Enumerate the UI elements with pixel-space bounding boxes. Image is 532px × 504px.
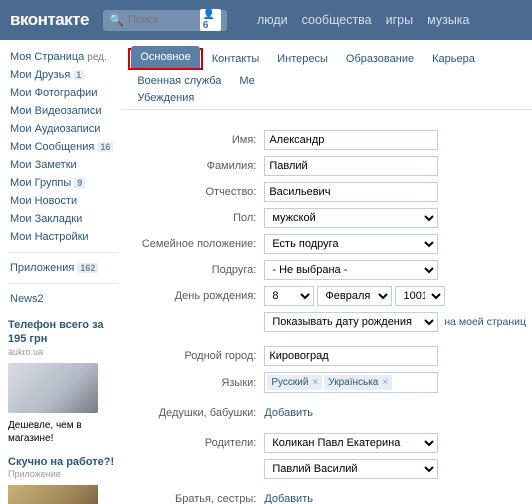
ad-subtitle: aukro.ua: [8, 347, 114, 357]
sidebar-item-news[interactable]: Мои Новости: [8, 192, 122, 210]
select-bday-month[interactable]: Февраля: [317, 286, 392, 306]
input-patronymic[interactable]: [264, 182, 438, 202]
sidebar-item-messages[interactable]: Мои Сообщения16: [8, 138, 122, 156]
tab-career[interactable]: Карьера: [423, 48, 484, 70]
header: вконтакте 🔍 👤6 люди сообщества игры музы…: [0, 0, 532, 40]
label-gender: Пол:: [128, 212, 264, 224]
sidebar-item-groups[interactable]: Мои Группы9: [8, 174, 122, 192]
tabs-bar: Основное Контакты Интересы Образование К…: [122, 40, 532, 110]
nav-music[interactable]: музыка: [427, 13, 469, 27]
ad-block-1[interactable]: Телефон всего за 195 грн aukro.ua Дешевл…: [8, 318, 122, 445]
label-patronymic: Отчество:: [128, 186, 264, 198]
sidebar-item-notes[interactable]: Мои Заметки: [8, 156, 122, 174]
lang-tags[interactable]: Русский× Українська×: [264, 372, 438, 393]
sidebar-item-videos[interactable]: Мои Видеозаписи: [8, 102, 122, 120]
add-grandparent-link[interactable]: Добавить: [264, 407, 313, 419]
label-grandparents: Дедушки, бабушки:: [128, 407, 264, 419]
bday-hint: на моей страниц: [444, 316, 526, 328]
select-bday-year[interactable]: 1001: [395, 286, 445, 306]
label-name: Имя:: [128, 134, 264, 146]
close-icon[interactable]: ×: [312, 377, 318, 388]
input-name[interactable]: [264, 130, 438, 150]
lang-tag[interactable]: Українська×: [324, 375, 392, 390]
sidebar-item-apps[interactable]: Приложения162: [8, 259, 122, 277]
tab-beliefs[interactable]: Убеждения: [128, 92, 526, 109]
select-bday-visibility[interactable]: Показывать дату рождения: [264, 312, 438, 332]
sidebar: Моя Страницаред. Мои Друзья1 Мои Фотогра…: [0, 40, 122, 504]
ad-block-2[interactable]: Скучно на работе?! Приложение: [8, 455, 122, 504]
profile-form: Имя: Фамилия: Отчество: Пол:мужской Семе…: [122, 110, 532, 504]
top-nav: люди сообщества игры музыка: [257, 13, 470, 27]
select-gender[interactable]: мужской: [264, 208, 438, 228]
nav-people[interactable]: люди: [257, 13, 288, 27]
search-input[interactable]: [124, 13, 200, 27]
label-bday: День рождения:: [128, 290, 264, 302]
nav-games[interactable]: игры: [386, 13, 413, 27]
select-marital[interactable]: Есть подруга: [264, 234, 438, 254]
label-partner: Подруга:: [128, 264, 264, 276]
select-parent-2[interactable]: Павлий Василий: [264, 459, 438, 479]
friend-request-badge[interactable]: 👤6: [200, 9, 221, 31]
sidebar-item-audio[interactable]: Мои Аудиозаписи: [8, 120, 122, 138]
select-parent-1[interactable]: Коликан Павл Екатерина: [264, 433, 438, 453]
add-sibling-link[interactable]: Добавить: [264, 493, 313, 504]
ad-subtitle: Приложение: [8, 469, 114, 479]
ad-title: Скучно на работе?!: [8, 455, 114, 469]
ad-image: [8, 485, 98, 504]
sidebar-item-friends[interactable]: Мои Друзья1: [8, 66, 122, 84]
tab-military[interactable]: Военная служба: [128, 70, 230, 92]
input-hometown[interactable]: [264, 346, 438, 366]
tab-contacts[interactable]: Контакты: [203, 48, 269, 70]
ad-image: [8, 363, 98, 413]
label-parents: Родители:: [128, 437, 264, 449]
sidebar-item-mypage[interactable]: Моя Страницаред.: [8, 48, 122, 66]
tab-me[interactable]: Ме: [230, 70, 263, 92]
tab-interests[interactable]: Интересы: [268, 48, 337, 70]
ad-text: Дешевле, чем в магазине!: [8, 419, 114, 445]
sidebar-item-settings[interactable]: Мои Настройки: [8, 228, 122, 246]
search-box[interactable]: 🔍 👤6: [103, 10, 227, 31]
select-partner[interactable]: - Не выбрана -: [264, 260, 438, 280]
main-content: Основное Контакты Интересы Образование К…: [122, 40, 532, 504]
sidebar-item-bookmarks[interactable]: Мои Закладки: [8, 210, 122, 228]
label-siblings: Братья, сестры:: [128, 493, 264, 504]
sidebar-item-news2[interactable]: News2: [8, 290, 122, 308]
select-bday-day[interactable]: 8: [264, 286, 314, 306]
label-hometown: Родной город:: [128, 350, 264, 362]
label-langs: Языки:: [128, 377, 264, 389]
lang-tag[interactable]: Русский×: [267, 375, 322, 390]
search-icon: 🔍: [109, 13, 124, 27]
tab-basic[interactable]: Основное: [131, 46, 199, 68]
nav-communities[interactable]: сообщества: [302, 13, 372, 27]
close-icon[interactable]: ×: [382, 377, 388, 388]
label-surname: Фамилия:: [128, 160, 264, 172]
sidebar-item-photos[interactable]: Мои Фотографии: [8, 84, 122, 102]
highlight-box: Основное: [128, 48, 202, 70]
ad-title: Телефон всего за 195 грн: [8, 318, 114, 347]
label-marital: Семейное положение:: [128, 238, 264, 250]
input-surname[interactable]: [264, 156, 438, 176]
tab-education[interactable]: Образование: [337, 48, 423, 70]
logo[interactable]: вконтакте: [0, 10, 99, 30]
